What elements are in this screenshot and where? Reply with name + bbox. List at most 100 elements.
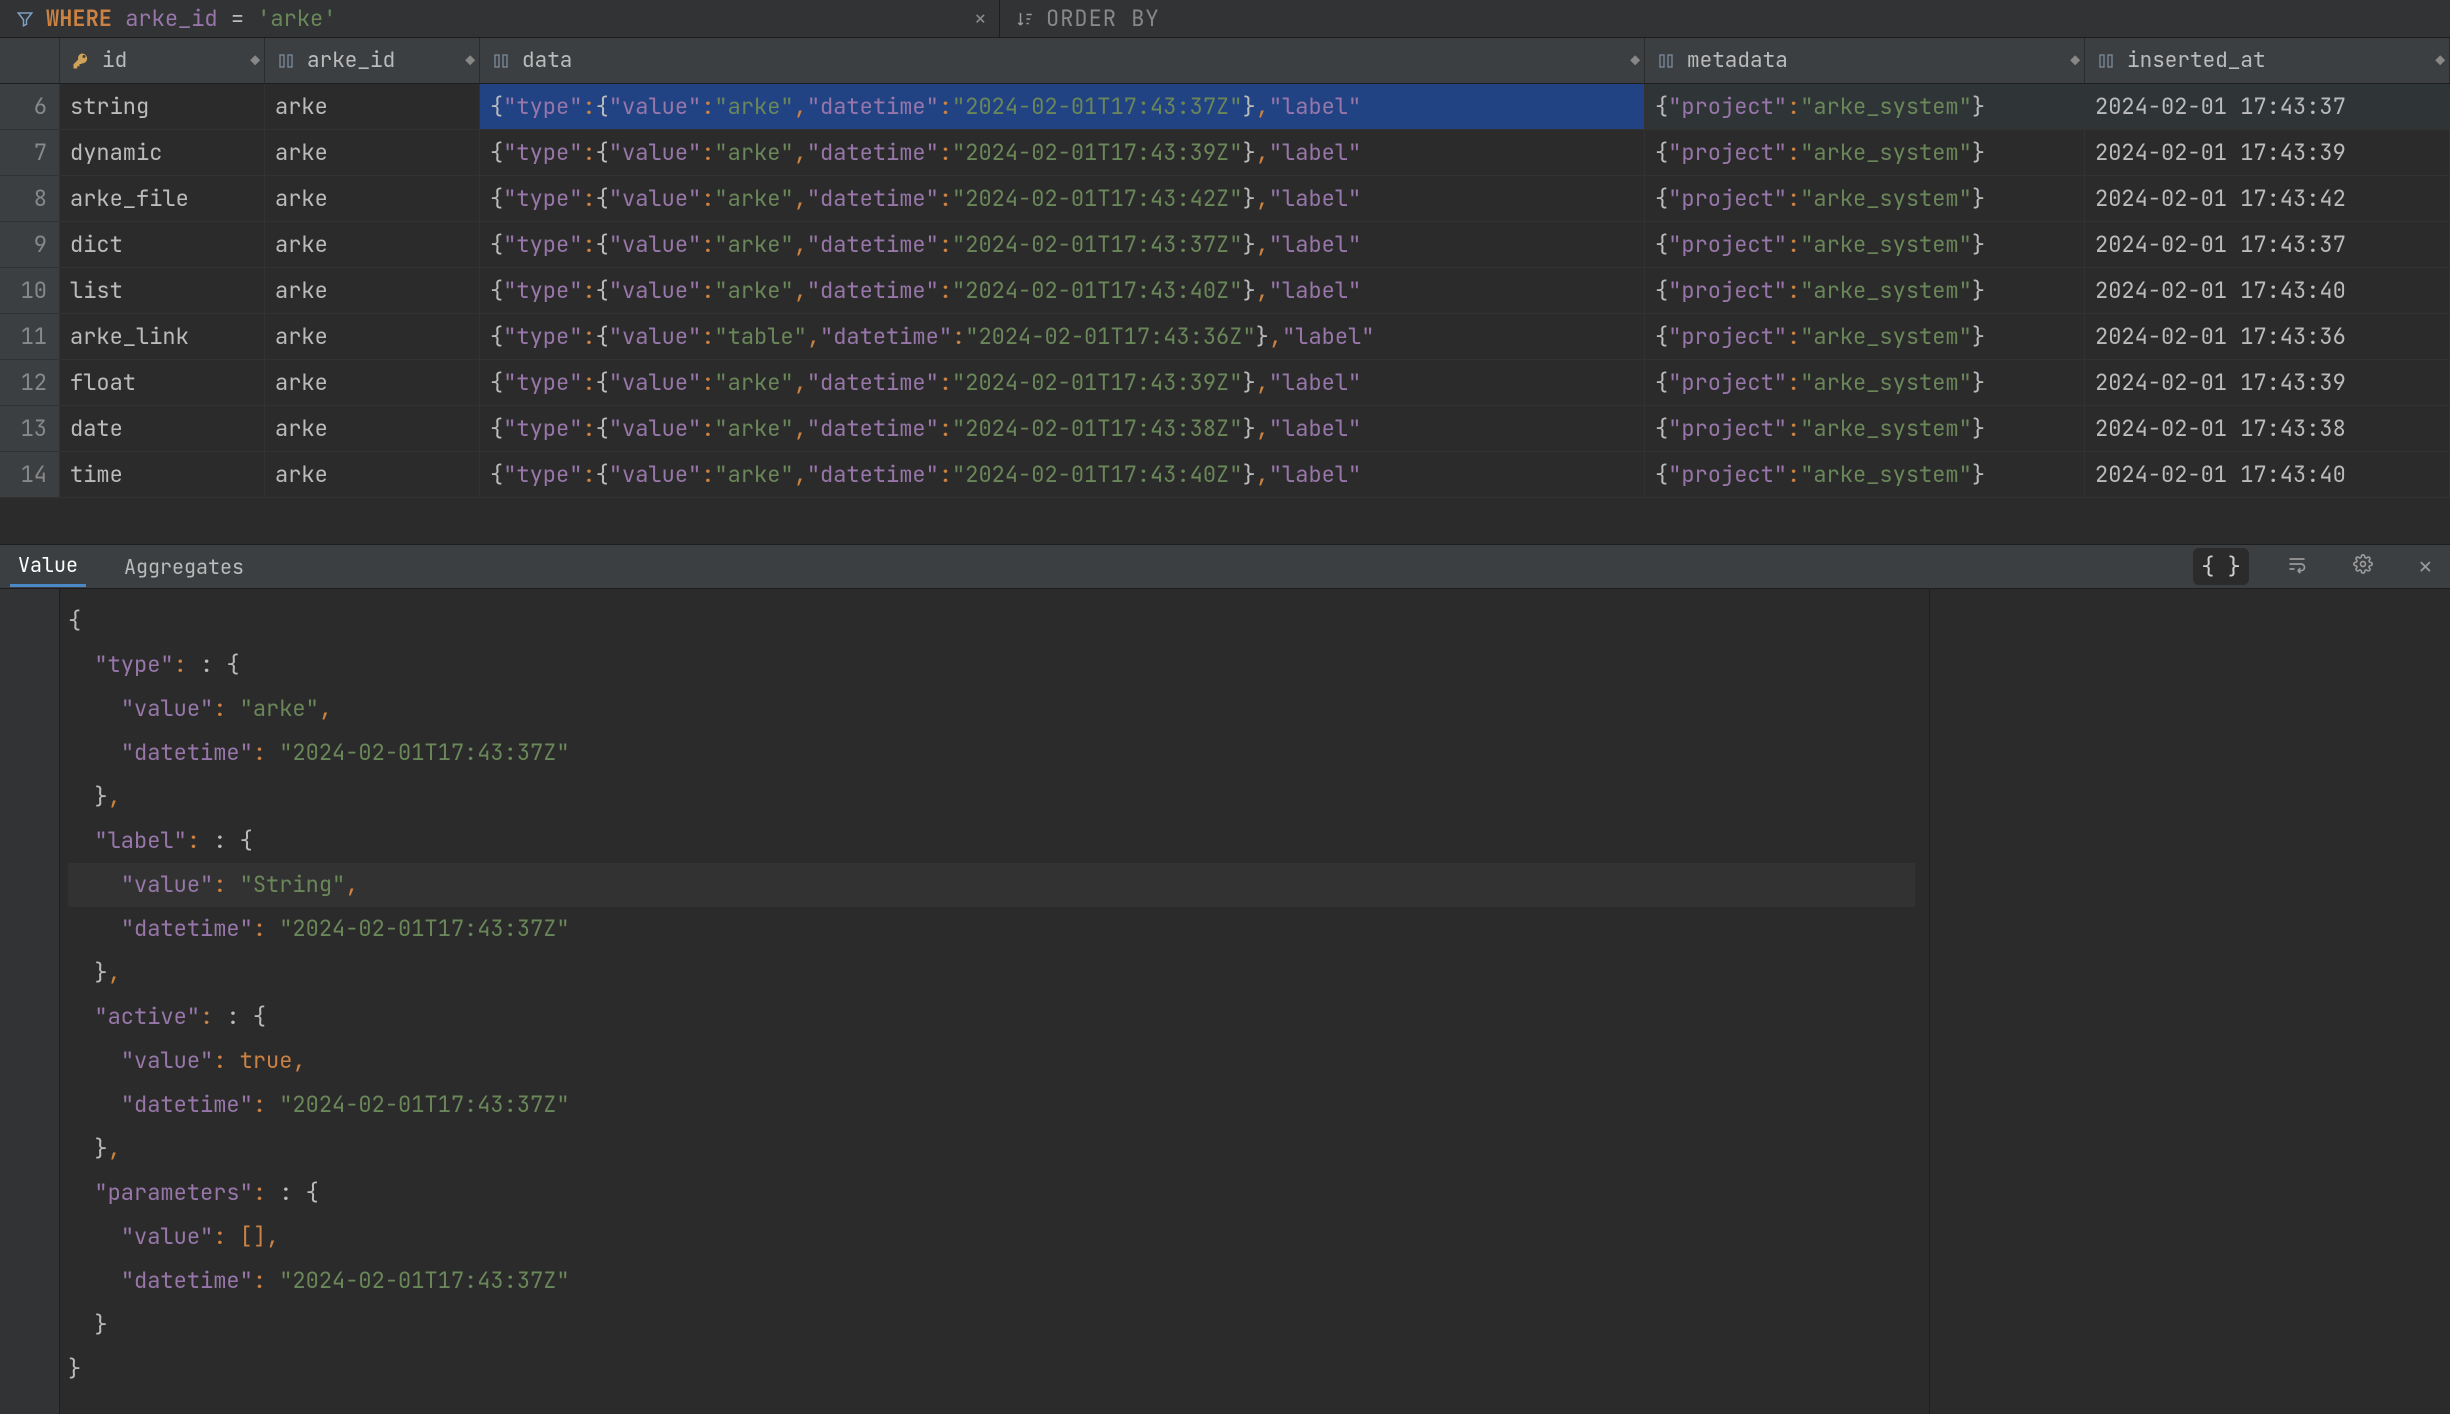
table-row[interactable]: 9dictarke{"type": {"value": "arke", "dat…	[0, 222, 2450, 268]
where-filter[interactable]: WHERE arke_id = 'arke' ×	[0, 0, 1000, 37]
sort-indicator-icon: ◆	[250, 50, 256, 71]
row-number: 8	[0, 176, 60, 221]
detail-gutter	[0, 589, 60, 1414]
cell-inserted-at[interactable]: 2024-02-01 17:43:39	[2085, 360, 2450, 405]
clear-filter-icon[interactable]: ×	[974, 4, 987, 33]
cell-arke-id[interactable]: arke	[265, 452, 480, 497]
where-keyword: WHERE	[46, 4, 112, 33]
cell-metadata[interactable]: {"project": "arke_system"}	[1645, 268, 2085, 313]
column-header-metadata[interactable]: metadata ◆	[1645, 38, 2085, 83]
cell-arke-id[interactable]: arke	[265, 314, 480, 359]
cell-arke-id[interactable]: arke	[265, 360, 480, 405]
cell-data[interactable]: {"type": {"value": "arke", "datetime": "…	[480, 84, 1645, 129]
row-number: 6	[0, 84, 60, 129]
column-header-inserted-at[interactable]: inserted_at ◆	[2085, 38, 2450, 83]
cell-inserted-at[interactable]: 2024-02-01 17:43:39	[2085, 130, 2450, 175]
table-body: 6stringarke{"type": {"value": "arke", "d…	[0, 84, 2450, 498]
table-row[interactable]: 7dynamicarke{"type": {"value": "arke", "…	[0, 130, 2450, 176]
column-icon	[275, 50, 297, 72]
cell-data[interactable]: {"type": {"value": "arke", "datetime": "…	[480, 452, 1645, 497]
cell-data[interactable]: {"type": {"value": "arke", "datetime": "…	[480, 268, 1645, 313]
table-row[interactable]: 10listarke{"type": {"value": "arke", "da…	[0, 268, 2450, 314]
cell-inserted-at[interactable]: 2024-02-01 17:43:37	[2085, 222, 2450, 267]
cell-inserted-at[interactable]: 2024-02-01 17:43:36	[2085, 314, 2450, 359]
cell-data[interactable]: {"type": {"value": "table", "datetime": …	[480, 314, 1645, 359]
column-icon	[490, 50, 512, 72]
cell-id[interactable]: dict	[60, 222, 265, 267]
table-header-row: id ◆ arke_id ◆ data ◆ metadata ◆	[0, 38, 2450, 84]
cell-id[interactable]: float	[60, 360, 265, 405]
row-number: 9	[0, 222, 60, 267]
json-line: "value": [],	[68, 1215, 1915, 1259]
column-header-data[interactable]: data ◆	[480, 38, 1645, 83]
cell-arke-id[interactable]: arke	[265, 268, 480, 313]
cell-metadata[interactable]: {"project": "arke_system"}	[1645, 84, 2085, 129]
cell-data[interactable]: {"type": {"value": "arke", "datetime": "…	[480, 406, 1645, 451]
cell-inserted-at[interactable]: 2024-02-01 17:43:42	[2085, 176, 2450, 221]
cell-inserted-at[interactable]: 2024-02-01 17:43:40	[2085, 268, 2450, 313]
cell-metadata[interactable]: {"project": "arke_system"}	[1645, 222, 2085, 267]
cell-id[interactable]: time	[60, 452, 265, 497]
cell-metadata[interactable]: {"project": "arke_system"}	[1645, 360, 2085, 405]
json-line: "datetime": "2024-02-01T17:43:37Z"	[68, 907, 1915, 951]
cell-id[interactable]: arke_file	[60, 176, 265, 221]
format-json-icon[interactable]: { }	[2193, 548, 2249, 585]
cell-arke-id[interactable]: arke	[265, 406, 480, 451]
gear-icon[interactable]	[2345, 548, 2381, 585]
table-row[interactable]: 13datearke{"type": {"value": "arke", "da…	[0, 406, 2450, 452]
cell-data[interactable]: {"type": {"value": "arke", "datetime": "…	[480, 176, 1645, 221]
json-line: "parameters": : {	[68, 1171, 1915, 1215]
cell-arke-id[interactable]: arke	[265, 130, 480, 175]
cell-id[interactable]: date	[60, 406, 265, 451]
close-icon[interactable]: ✕	[2411, 548, 2440, 585]
cell-metadata[interactable]: {"project": "arke_system"}	[1645, 314, 2085, 359]
json-line: "datetime": "2024-02-01T17:43:37Z"	[68, 1083, 1915, 1127]
json-line: },	[68, 1127, 1915, 1171]
sort-indicator-icon: ◆	[465, 50, 471, 71]
row-number: 7	[0, 130, 60, 175]
table-row[interactable]: 8arke_filearke{"type": {"value": "arke",…	[0, 176, 2450, 222]
json-line: "label": : {	[68, 819, 1915, 863]
table-row[interactable]: 12floatarke{"type": {"value": "arke", "d…	[0, 360, 2450, 406]
tab-value[interactable]: Value	[10, 546, 86, 587]
cell-arke-id[interactable]: arke	[265, 176, 480, 221]
cell-id[interactable]: string	[60, 84, 265, 129]
column-label: metadata	[1687, 47, 1788, 74]
table-row[interactable]: 6stringarke{"type": {"value": "arke", "d…	[0, 84, 2450, 130]
cell-metadata[interactable]: {"project": "arke_system"}	[1645, 452, 2085, 497]
cell-arke-id[interactable]: arke	[265, 84, 480, 129]
cell-data[interactable]: {"type": {"value": "arke", "datetime": "…	[480, 222, 1645, 267]
json-line: "value": "String",	[68, 863, 1915, 907]
table-row[interactable]: 14timearke{"type": {"value": "arke", "da…	[0, 452, 2450, 498]
column-label: arke_id	[307, 47, 395, 74]
column-header-arke-id[interactable]: arke_id ◆	[265, 38, 480, 83]
column-label: id	[102, 47, 127, 74]
table-row[interactable]: 11arke_linkarke{"type": {"value": "table…	[0, 314, 2450, 360]
cell-inserted-at[interactable]: 2024-02-01 17:43:40	[2085, 452, 2450, 497]
tab-aggregates[interactable]: Aggregates	[116, 548, 252, 586]
cell-data[interactable]: {"type": {"value": "arke", "datetime": "…	[480, 360, 1645, 405]
cell-metadata[interactable]: {"project": "arke_system"}	[1645, 406, 2085, 451]
detail-right-pane	[1930, 589, 2450, 1414]
cell-metadata[interactable]: {"project": "arke_system"}	[1645, 130, 2085, 175]
column-label: data	[522, 47, 572, 74]
cell-data[interactable]: {"type": {"value": "arke", "datetime": "…	[480, 130, 1645, 175]
cell-id[interactable]: dynamic	[60, 130, 265, 175]
cell-inserted-at[interactable]: 2024-02-01 17:43:37	[2085, 84, 2450, 129]
cell-id[interactable]: list	[60, 268, 265, 313]
json-viewer[interactable]: { "type": : { "value": "arke", "datetime…	[60, 589, 1930, 1414]
json-line: }	[68, 1303, 1915, 1347]
row-number: 10	[0, 268, 60, 313]
json-line: },	[68, 951, 1915, 995]
cell-id[interactable]: arke_link	[60, 314, 265, 359]
json-line: "type": : {	[68, 643, 1915, 687]
wrap-lines-icon[interactable]	[2279, 548, 2315, 585]
filter-bar: WHERE arke_id = 'arke' × ORDER BY	[0, 0, 2450, 38]
cell-inserted-at[interactable]: 2024-02-01 17:43:38	[2085, 406, 2450, 451]
cell-arke-id[interactable]: arke	[265, 222, 480, 267]
row-number-header[interactable]	[0, 38, 60, 83]
column-header-id[interactable]: id ◆	[60, 38, 265, 83]
order-by-filter[interactable]: ORDER BY	[1000, 0, 2450, 37]
column-icon	[1655, 50, 1677, 72]
cell-metadata[interactable]: {"project": "arke_system"}	[1645, 176, 2085, 221]
